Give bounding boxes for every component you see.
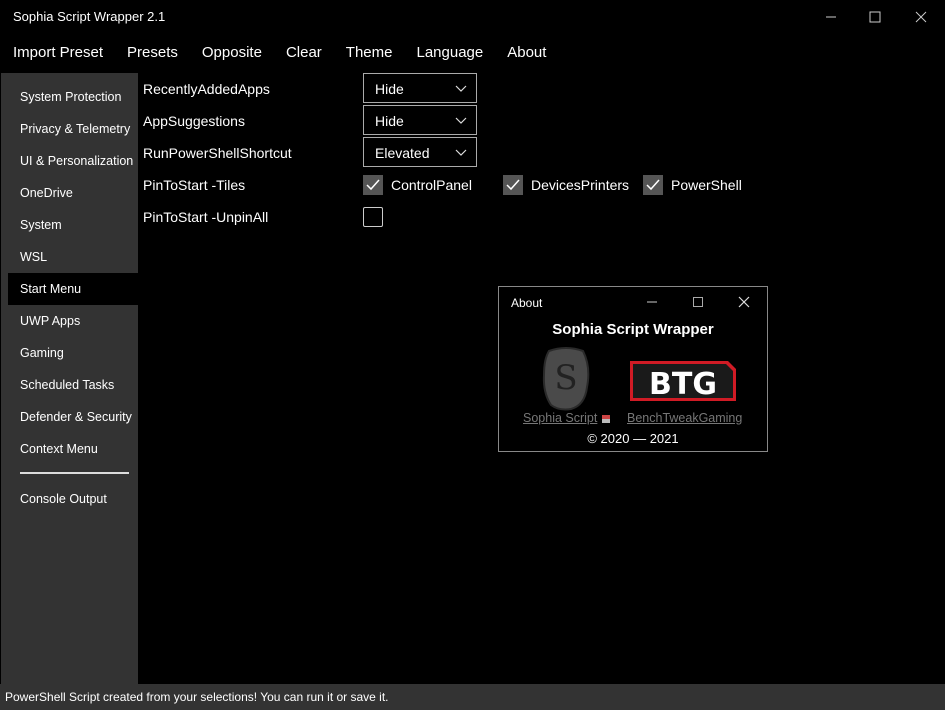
menu-bar: Import Preset Presets Opposite Clear The… <box>0 40 558 66</box>
powershell-checkbox[interactable] <box>643 175 663 195</box>
about-app-name: Sophia Script Wrapper <box>552 321 714 338</box>
app-suggestions-select[interactable]: Hide <box>363 105 477 135</box>
minimize-icon <box>647 301 657 303</box>
sidebar-item-gaming[interactable]: Gaming <box>8 337 138 369</box>
menu-presets[interactable]: Presets <box>115 40 190 66</box>
about-minimize-button[interactable] <box>644 294 660 310</box>
close-icon <box>738 296 750 308</box>
sidebar-item-defender-security[interactable]: Defender & Security <box>8 401 138 433</box>
status-text: PowerShell Script created from your sele… <box>5 690 389 704</box>
maximize-icon <box>869 11 881 23</box>
sophia-logo: S <box>542 347 590 411</box>
ukraine-flag-icon <box>602 415 610 423</box>
run-powershell-shortcut-label: RunPowerShellShortcut <box>143 145 292 161</box>
sidebar-item-start-menu[interactable]: Start Menu <box>8 273 138 305</box>
sidebar-item-privacy-telemetry[interactable]: Privacy & Telemetry <box>8 113 138 145</box>
control-panel-label: ControlPanel <box>391 177 472 193</box>
pin-to-start-unpin-all-label: PinToStart -UnpinAll <box>143 209 269 225</box>
chevron-down-icon <box>455 149 467 156</box>
recently-added-apps-select[interactable]: Hide <box>363 73 477 103</box>
unpin-all-checkbox[interactable] <box>363 207 383 227</box>
control-panel-checkbox[interactable] <box>363 175 383 195</box>
close-icon <box>915 11 927 23</box>
sidebar-item-uwp-apps[interactable]: UWP Apps <box>8 305 138 337</box>
select-value: Hide <box>375 113 404 129</box>
menu-language[interactable]: Language <box>404 40 495 66</box>
sidebar-item-onedrive[interactable]: OneDrive <box>8 177 138 209</box>
status-bar: PowerShell Script created from your sele… <box>0 684 945 710</box>
window-title: Sophia Script Wrapper 2.1 <box>13 9 166 24</box>
sidebar-item-ui-personalization[interactable]: UI & Personalization <box>8 145 138 177</box>
sidebar-item-system-protection[interactable]: System Protection <box>8 81 138 113</box>
sidebar: System Protection Privacy & Telemetry UI… <box>1 73 138 684</box>
minimize-button[interactable] <box>820 6 842 28</box>
minimize-icon <box>826 16 836 18</box>
about-dialog: About Sophia Script Wrapper S BTG Sophia… <box>498 286 768 452</box>
sidebar-item-context-menu[interactable]: Context Menu <box>8 433 138 465</box>
pin-to-start-tiles-label: PinToStart -Tiles <box>143 177 246 193</box>
sidebar-item-scheduled-tasks[interactable]: Scheduled Tasks <box>8 369 138 401</box>
chevron-down-icon <box>455 117 467 124</box>
maximize-icon <box>693 297 703 307</box>
checkmark-icon <box>506 179 520 191</box>
checkmark-icon <box>366 179 380 191</box>
sidebar-item-system[interactable]: System <box>8 209 138 241</box>
menu-about[interactable]: About <box>495 40 558 66</box>
menu-clear[interactable]: Clear <box>274 40 334 66</box>
sophia-logo-letter: S <box>554 358 577 398</box>
btg-logo-text: BTG <box>649 367 717 402</box>
run-powershell-shortcut-select[interactable]: Elevated <box>363 137 477 167</box>
maximize-button[interactable] <box>864 6 886 28</box>
about-copyright: © 2020 — 2021 <box>587 431 679 446</box>
about-maximize-button[interactable] <box>690 294 706 310</box>
title-bar: Sophia Script Wrapper 2.1 <box>0 0 945 34</box>
benchtweakgaming-link[interactable]: BenchTweakGaming <box>627 411 742 425</box>
sidebar-item-console-output[interactable]: Console Output <box>8 483 138 515</box>
sidebar-item-wsl[interactable]: WSL <box>8 241 138 273</box>
menu-opposite[interactable]: Opposite <box>190 40 274 66</box>
close-button[interactable] <box>910 6 932 28</box>
menu-import-preset[interactable]: Import Preset <box>0 40 115 66</box>
menu-theme[interactable]: Theme <box>334 40 405 66</box>
sidebar-divider <box>20 472 129 474</box>
powershell-label: PowerShell <box>671 177 742 193</box>
about-close-button[interactable] <box>736 294 752 310</box>
devices-printers-label: DevicesPrinters <box>531 177 630 193</box>
checkmark-icon <box>646 179 660 191</box>
about-dialog-title: About <box>511 296 543 310</box>
select-value: Elevated <box>375 145 430 161</box>
app-suggestions-label: AppSuggestions <box>143 113 245 129</box>
sophia-script-link[interactable]: Sophia Script <box>523 411 597 425</box>
chevron-down-icon <box>455 85 467 92</box>
btg-logo: BTG <box>630 361 736 402</box>
devices-printers-checkbox[interactable] <box>503 175 523 195</box>
recently-added-apps-label: RecentlyAddedApps <box>143 81 270 97</box>
select-value: Hide <box>375 81 404 97</box>
